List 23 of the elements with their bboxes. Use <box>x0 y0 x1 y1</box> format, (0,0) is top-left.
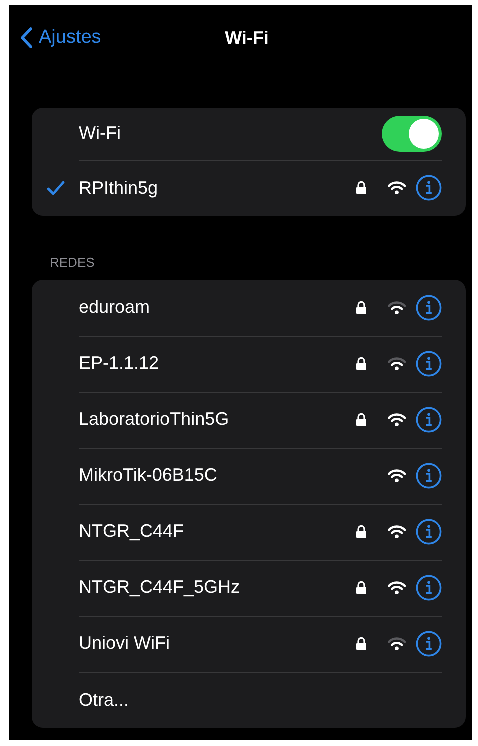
wifi-toggle[interactable] <box>382 116 442 152</box>
info-icon[interactable] <box>416 630 442 656</box>
network-name[interactable]: LaboratorioThin5G <box>79 409 356 430</box>
network-name[interactable]: eduroam <box>79 297 356 318</box>
back-chevron-icon <box>20 27 33 49</box>
info-icon[interactable] <box>416 294 442 320</box>
section-header: REDES <box>50 255 96 270</box>
info-icon[interactable] <box>416 574 442 600</box>
info-icon[interactable] <box>416 175 442 201</box>
network-name[interactable]: RPIthin5g <box>79 178 356 198</box>
info-icon[interactable] <box>416 518 442 544</box>
info-icon[interactable] <box>416 462 442 488</box>
other-network-item[interactable]: Otra... <box>79 690 130 710</box>
network-name[interactable]: EP-1.1.12 <box>79 353 356 374</box>
wifi-toggle-label: Wi-Fi <box>79 123 122 144</box>
network-name[interactable]: NTGR_C44F_5GHz <box>79 577 356 598</box>
network-name[interactable]: MikroTik-06B15C <box>79 465 356 486</box>
back-button[interactable]: Ajustes <box>20 27 102 49</box>
network-name[interactable]: Uniovi WiFi <box>79 633 356 654</box>
info-icon[interactable] <box>416 406 442 432</box>
info-icon[interactable] <box>416 350 442 376</box>
network-name[interactable]: NTGR_C44F <box>79 521 356 542</box>
screen-title: Wi-Fi <box>225 28 269 48</box>
